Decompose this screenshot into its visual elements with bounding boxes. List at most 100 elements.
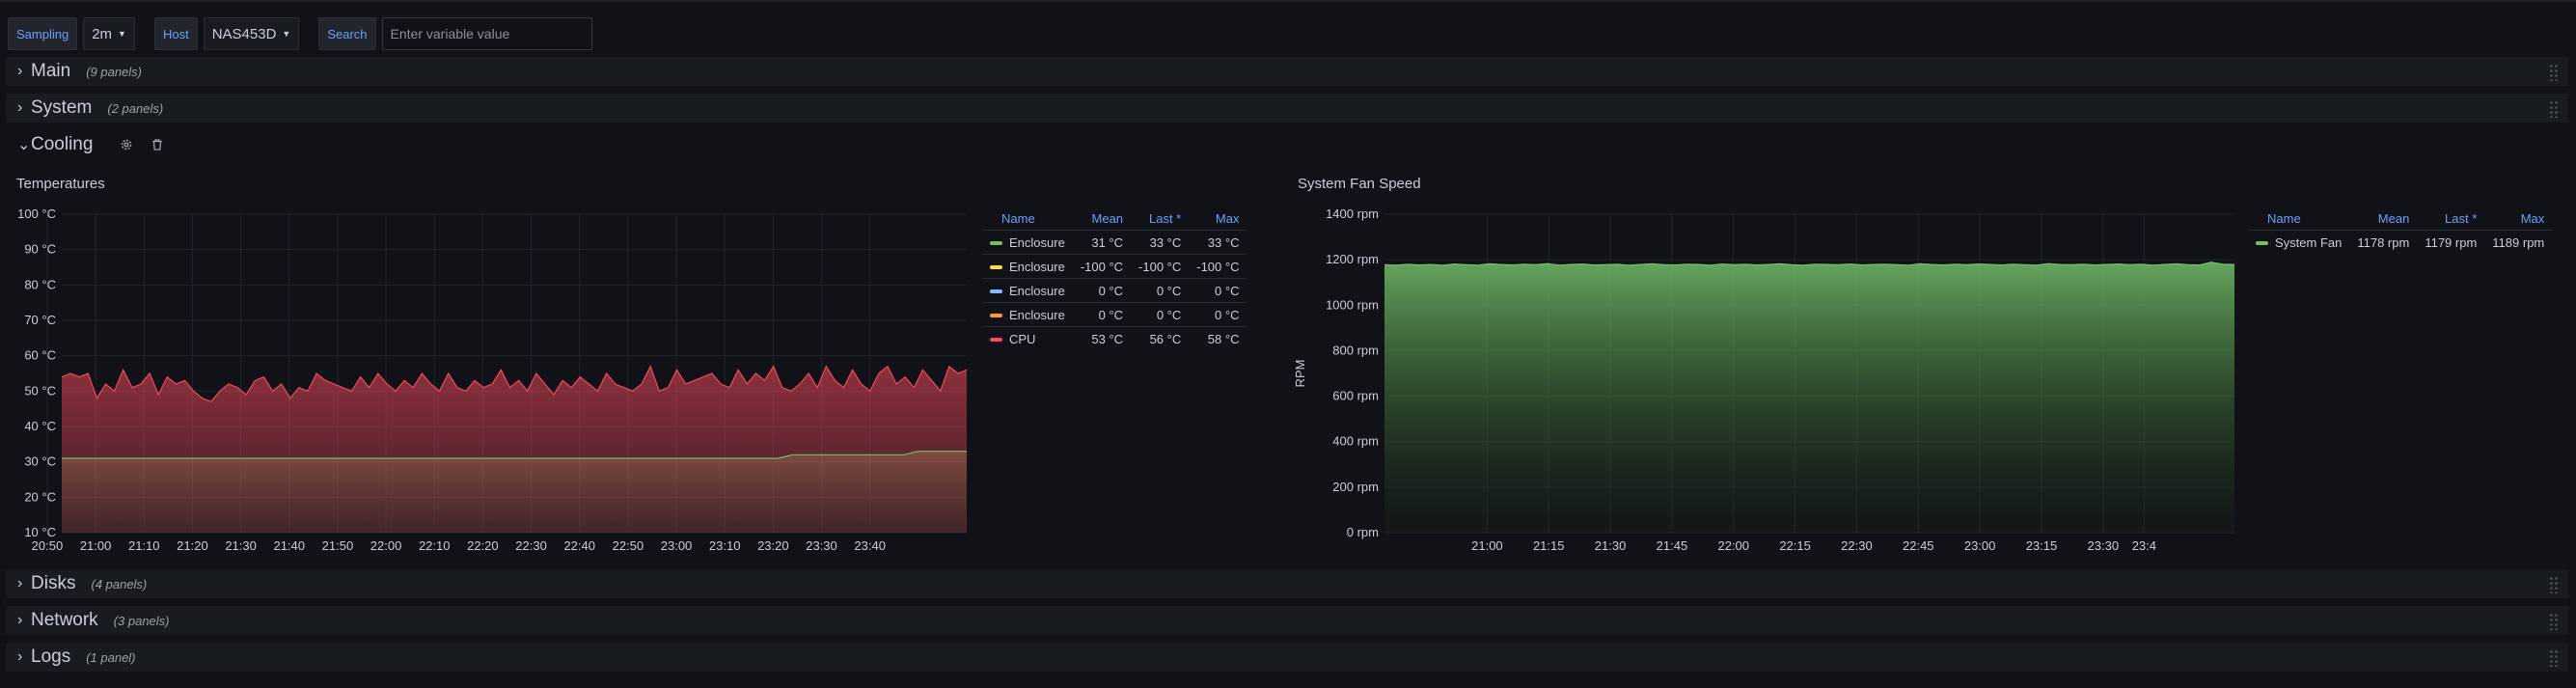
legend-row[interactable]: Enclosure 0 °C 0 °C 0 °C <box>982 302 1247 327</box>
legend-mean: 53 °C <box>1072 326 1132 350</box>
legend-header-name[interactable]: Name <box>982 206 1073 231</box>
legend-row[interactable]: System Fan 1178 rpm 1179 rpm 1189 rpm <box>2248 230 2553 254</box>
y-tick-label: 80 °C <box>24 277 56 291</box>
temperatures-legend: Name Mean Last * Max Enclosure 31 °C 33 … <box>982 206 1247 350</box>
legend-series-name: Enclosure <box>1009 259 1065 274</box>
legend-row[interactable]: CPU 53 °C 56 °C 58 °C <box>982 326 1247 350</box>
fan-speed-title: System Fan Speed <box>1298 176 1421 192</box>
legend-header-max[interactable]: Max <box>2484 206 2552 231</box>
x-tick-label: 23:00 <box>661 538 693 553</box>
legend-max: 0 °C <box>1189 302 1247 327</box>
x-tick-label: 21:30 <box>1595 538 1627 553</box>
legend-header-last[interactable]: Last * <box>2417 206 2484 231</box>
row-title: Main <box>31 61 71 81</box>
temperatures-chart[interactable]: 10 °C 20 °C 30 °C 40 °C 50 °C 60 °C 70 °C 80 °C… <box>0 198 974 564</box>
legend-mean: -100 °C <box>1072 254 1132 279</box>
legend-row[interactable]: Enclosure -100 °C -100 °C -100 °C <box>982 254 1247 279</box>
row-network[interactable]: › Network (3 panels) <box>6 606 2568 635</box>
legend-header-max[interactable]: Max <box>1189 206 1247 231</box>
host-select[interactable]: NAS453D ▼ <box>203 17 300 50</box>
chevron-down-icon: ▼ <box>282 29 291 39</box>
legend-header-name[interactable]: Name <box>2248 206 2349 231</box>
host-label: Host <box>153 17 198 50</box>
y-tick-label: 200 rpm <box>1332 480 1379 494</box>
row-system[interactable]: › System (2 panels) <box>6 94 2568 123</box>
row-panel-count: (2 panels) <box>107 100 164 116</box>
fan-speed-chart[interactable]: 0 rpm 200 rpm 400 rpm 600 rpm 800 rpm 1000 rp… <box>1283 198 2258 564</box>
row-panel-count: (3 panels) <box>113 613 170 628</box>
row-panel-count: (4 panels) <box>91 576 148 592</box>
legend-series-name: CPU <box>1009 331 1036 346</box>
x-tick-label: 22:00 <box>1717 538 1749 553</box>
y-tick-label: 1000 rpm <box>1326 297 1379 312</box>
drag-handle-icon[interactable] <box>2549 64 2559 81</box>
x-tick-label: 22:30 <box>1841 538 1873 553</box>
legend-last: 56 °C <box>1131 326 1190 350</box>
drag-handle-icon[interactable] <box>2549 100 2559 118</box>
y-tick-label: 0 rpm <box>1347 525 1379 539</box>
drag-handle-icon[interactable] <box>2549 613 2559 630</box>
y-tick-label: 20 °C <box>24 489 56 504</box>
gear-icon[interactable] <box>118 136 135 153</box>
row-cooling[interactable]: ⌄ Cooling <box>6 130 2568 159</box>
x-tick-label: 21:00 <box>80 538 112 553</box>
x-tick-label: 22:00 <box>370 538 402 553</box>
x-tick-label: 21:20 <box>177 538 208 553</box>
chevron-right-icon: › <box>17 63 23 79</box>
legend-header-mean[interactable]: Mean <box>1073 206 1131 231</box>
legend-row[interactable]: Enclosure 0 °C 0 °C 0 °C <box>982 278 1247 303</box>
legend-series-name: Enclosure <box>1009 283 1065 298</box>
legend-series-name: Enclosure <box>1009 307 1065 322</box>
x-tick-label: 21:40 <box>273 538 305 553</box>
y-axis-label: RPM <box>1293 360 1307 388</box>
legend-series-name: System Fan <box>2275 234 2343 250</box>
x-tick-label: 23:40 <box>854 538 886 553</box>
drag-handle-icon[interactable] <box>2549 576 2559 593</box>
x-tick-label: 21:10 <box>128 538 160 553</box>
system-fan-line <box>1384 261 2235 266</box>
chevron-right-icon: › <box>17 648 23 665</box>
legend-mean: 31 °C <box>1072 230 1132 255</box>
legend-header-mean[interactable]: Mean <box>2349 206 2417 231</box>
row-title: Network <box>31 610 98 630</box>
row-main[interactable]: › Main (9 panels) <box>6 57 2568 86</box>
legend-header-last[interactable]: Last * <box>1131 206 1189 231</box>
series-swatch <box>2256 241 2268 246</box>
x-tick-label: 21:00 <box>1471 538 1503 553</box>
legend-last: 33 °C <box>1131 230 1190 255</box>
y-tick-label: 600 rpm <box>1332 389 1379 403</box>
series-swatch <box>990 265 1002 270</box>
series-swatch <box>990 289 1002 294</box>
row-logs[interactable]: › Logs (1 panel) <box>6 643 2568 672</box>
top-divider <box>0 0 2576 2</box>
temperatures-title: Temperatures <box>16 176 105 192</box>
row-title: Disks <box>31 573 76 593</box>
row-panel-count: (1 panel) <box>86 649 136 665</box>
enclosure-area <box>62 451 967 533</box>
x-tick-label: 23:10 <box>709 538 741 553</box>
legend-max: 58 °C <box>1189 326 1247 350</box>
trash-icon[interactable] <box>149 136 166 153</box>
y-tick-label: 60 °C <box>24 348 56 363</box>
x-tick-label: 22:30 <box>515 538 547 553</box>
x-tick-label: 23:30 <box>806 538 837 553</box>
chevron-right-icon: › <box>17 99 23 116</box>
row-title: Logs <box>31 647 71 667</box>
sampling-label: Sampling <box>8 17 78 50</box>
sampling-select[interactable]: 2m ▼ <box>83 17 135 50</box>
search-input[interactable] <box>381 17 592 50</box>
legend-last: 1179 rpm <box>2417 230 2485 254</box>
y-tick-label: 90 °C <box>24 242 56 257</box>
chevron-right-icon: › <box>17 612 23 628</box>
drag-handle-icon[interactable] <box>2549 649 2559 667</box>
system-fan-area <box>1384 261 2234 533</box>
row-disks[interactable]: › Disks (4 panels) <box>6 569 2568 598</box>
legend-mean: 1178 rpm <box>2349 230 2418 254</box>
x-tick-label: 22:45 <box>1903 538 1934 553</box>
y-tick-label: 30 °C <box>24 454 56 469</box>
legend-row[interactable]: Enclosure 31 °C 33 °C 33 °C <box>982 230 1247 255</box>
y-tick-label: 400 rpm <box>1332 434 1379 449</box>
y-tick-label: 40 °C <box>24 419 56 433</box>
row-panel-count: (9 panels) <box>86 64 142 79</box>
x-tick-label: 23:00 <box>1964 538 1996 553</box>
